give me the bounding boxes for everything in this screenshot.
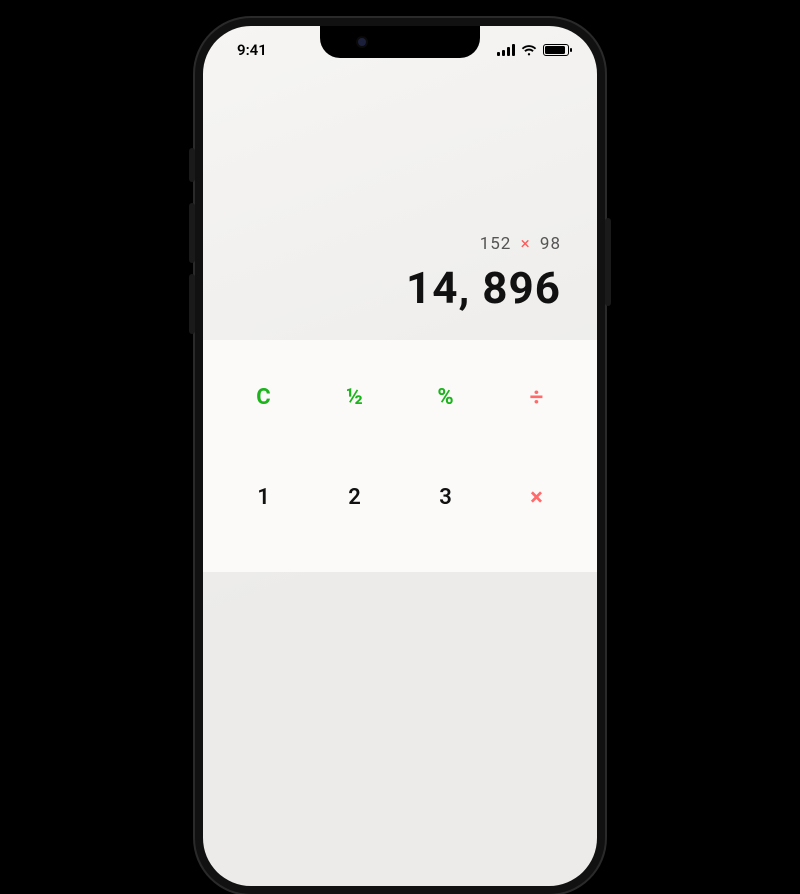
digit-2-button[interactable]: 2 — [314, 462, 395, 532]
clear-button[interactable]: C — [223, 362, 304, 432]
notch — [320, 26, 480, 58]
expression: 152 × 98 — [223, 234, 561, 254]
expression-rhs: 98 — [540, 234, 561, 254]
status-indicators — [497, 44, 569, 56]
phone-screen: 9:41 152 × 98 14, 896 C ½ — [203, 26, 597, 886]
divide-button[interactable]: ÷ — [496, 362, 577, 432]
result-value: 14, 896 — [223, 262, 561, 314]
calculator-display: 152 × 98 14, 896 — [203, 74, 597, 332]
volume-down-button — [189, 274, 195, 334]
cellular-signal-icon — [497, 44, 515, 56]
status-time: 9:41 — [237, 41, 267, 59]
phone-frame: 9:41 152 × 98 14, 896 C ½ — [195, 18, 605, 894]
keypad: C ½ % ÷ 1 2 3 × — [203, 340, 597, 572]
expression-lhs: 152 — [480, 234, 512, 254]
wifi-icon — [521, 44, 537, 56]
digit-1-button[interactable]: 1 — [223, 462, 304, 532]
side-switch — [189, 148, 195, 182]
volume-up-button — [189, 203, 195, 263]
multiply-button[interactable]: × — [496, 462, 577, 532]
half-button[interactable]: ½ — [314, 362, 395, 432]
power-button — [605, 218, 611, 306]
battery-icon — [543, 44, 569, 56]
percent-button[interactable]: % — [405, 362, 486, 432]
expression-operator: × — [521, 234, 531, 254]
digit-3-button[interactable]: 3 — [405, 462, 486, 532]
